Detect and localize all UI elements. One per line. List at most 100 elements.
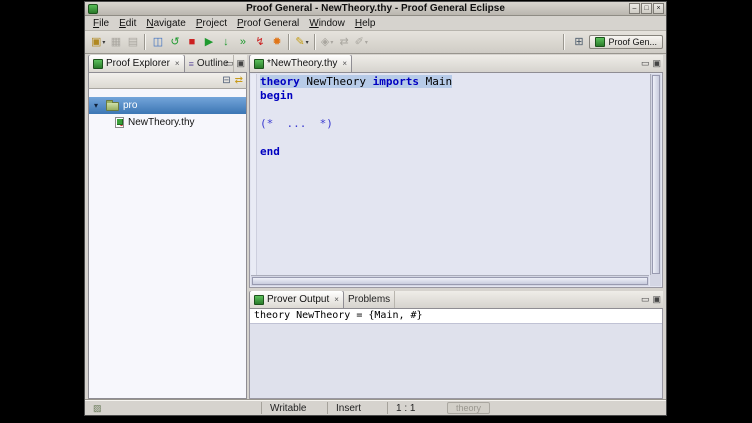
show-output-button[interactable]: ◫ bbox=[149, 33, 166, 51]
extra-icon-2: ⇄ bbox=[340, 34, 349, 50]
goto-button[interactable]: » bbox=[234, 33, 251, 51]
menu-navigate[interactable]: Navigate bbox=[141, 17, 190, 30]
editor-horizontal-scrollbar[interactable] bbox=[251, 275, 649, 286]
menu-help[interactable]: Help bbox=[350, 17, 381, 30]
save-button[interactable]: ▦ bbox=[107, 33, 124, 51]
keyword: begin bbox=[260, 89, 293, 102]
tab-proof-explorer[interactable]: Proof Explorer × bbox=[88, 55, 185, 72]
toolbar-separator bbox=[563, 34, 565, 50]
arrow-down-icon: ↓ bbox=[223, 34, 229, 50]
link-with-editor-button[interactable]: ⇄ bbox=[235, 74, 243, 88]
perspective-label: Proof Gen... bbox=[608, 37, 657, 47]
open-perspective-button[interactable]: ⊞ bbox=[570, 33, 587, 51]
tab-label: Problems bbox=[348, 294, 390, 305]
identifier: Main bbox=[419, 75, 452, 88]
theory-editor-icon bbox=[254, 59, 264, 69]
next-step-button[interactable]: ↓ bbox=[217, 33, 234, 51]
window-maximize-button[interactable]: □ bbox=[641, 3, 652, 14]
status-cursor-position: 1 : 1 bbox=[387, 402, 445, 414]
lightning-icon: ↯ bbox=[255, 34, 264, 50]
restart-button[interactable]: ✹ bbox=[268, 33, 285, 51]
window-minimize-button[interactable]: – bbox=[629, 3, 640, 14]
stop-icon: ■ bbox=[189, 34, 196, 50]
dropdown-icon[interactable]: ▾ bbox=[102, 39, 105, 46]
close-icon[interactable]: × bbox=[342, 59, 347, 68]
prover-state-button[interactable]: theory bbox=[447, 402, 490, 414]
minimize-view-icon[interactable]: ▭ bbox=[641, 294, 650, 305]
extra-button-2[interactable]: ⇄ bbox=[336, 33, 353, 51]
status-writable: Writable bbox=[261, 402, 327, 414]
editor-body[interactable]: theory NewTheory imports Main begin (* .… bbox=[249, 73, 663, 288]
marker-icon: ✎ bbox=[295, 34, 304, 50]
extra-button-1[interactable]: ◈ ▾ bbox=[319, 33, 336, 51]
new-wizard-button[interactable]: ▣ ▾ bbox=[89, 33, 107, 51]
save-icon: ▦ bbox=[111, 34, 121, 50]
interrupt-button[interactable]: ↯ bbox=[251, 33, 268, 51]
close-icon[interactable]: × bbox=[175, 59, 180, 68]
dropdown-icon[interactable]: ▾ bbox=[306, 39, 309, 46]
dropdown-icon: ▾ bbox=[330, 39, 333, 46]
tab-label: Prover Output bbox=[267, 294, 329, 305]
tree-item-project[interactable]: ▾ pro bbox=[89, 97, 246, 114]
code-line bbox=[260, 131, 648, 145]
print-icon: ▤ bbox=[128, 34, 138, 50]
prover-output-line: theory NewTheory = {Main, #} bbox=[250, 309, 662, 324]
code-area[interactable]: theory NewTheory imports Main begin (* .… bbox=[260, 75, 648, 159]
status-insert-mode: Insert bbox=[327, 402, 387, 414]
perspective-proof-general-button[interactable]: Proof Gen... bbox=[589, 35, 663, 49]
trim-stack-icon[interactable]: ▨ bbox=[93, 403, 102, 414]
project-tree[interactable]: ▾ pro NewTheory.thy bbox=[88, 89, 247, 399]
tree-item-file[interactable]: NewTheory.thy bbox=[89, 114, 246, 131]
close-icon[interactable]: × bbox=[334, 295, 339, 304]
processed-region-highlight: theory NewTheory imports Main bbox=[260, 75, 452, 88]
toolbar-separator bbox=[288, 34, 290, 50]
code-line bbox=[260, 103, 648, 117]
scrollbar-thumb[interactable] bbox=[652, 75, 660, 274]
view-controls: ▭ ▣ bbox=[641, 294, 661, 305]
start-prover-button[interactable]: ▶ bbox=[200, 33, 217, 51]
comment: (* ... *) bbox=[260, 117, 333, 130]
tab-prover-output[interactable]: Prover Output × bbox=[249, 291, 344, 308]
menu-window[interactable]: Window bbox=[304, 17, 350, 30]
folder-icon bbox=[106, 102, 119, 111]
keyword: theory bbox=[260, 75, 300, 88]
proof-general-icon bbox=[595, 37, 605, 47]
tab-newtheory-editor[interactable]: *NewTheory.thy × bbox=[249, 55, 352, 72]
annotation-ruler bbox=[251, 74, 257, 275]
scrollbar-thumb[interactable] bbox=[252, 277, 648, 285]
menu-edit[interactable]: Edit bbox=[114, 17, 141, 30]
play-icon: ▶ bbox=[205, 34, 213, 50]
collapse-all-button[interactable]: ⊟ bbox=[222, 74, 230, 88]
menu-project[interactable]: Project bbox=[191, 17, 232, 30]
marker-button[interactable]: ✎ ▾ bbox=[293, 33, 310, 51]
menu-file[interactable]: File bbox=[88, 17, 114, 30]
maximize-view-icon[interactable]: ▣ bbox=[652, 58, 661, 69]
extra-button-3[interactable]: ✐ ▾ bbox=[353, 33, 370, 51]
toolbar-separator bbox=[314, 34, 316, 50]
editor-vertical-scrollbar[interactable] bbox=[650, 74, 661, 275]
outline-icon: ≡ bbox=[189, 59, 194, 69]
undo-all-button[interactable]: ↺ bbox=[166, 33, 183, 51]
titlebar[interactable]: Proof General - NewTheory.thy - Proof Ge… bbox=[85, 2, 666, 16]
maximize-view-icon[interactable]: ▣ bbox=[236, 58, 245, 69]
print-button[interactable]: ▤ bbox=[124, 33, 141, 51]
tab-problems[interactable]: Problems bbox=[344, 291, 395, 308]
maximize-view-icon[interactable]: ▣ bbox=[652, 294, 661, 305]
menubar: File Edit Navigate Project Proof General… bbox=[85, 16, 666, 31]
prover-output-icon bbox=[254, 295, 264, 305]
code-line: theory NewTheory imports Main bbox=[260, 75, 648, 89]
extra-icon-3: ✐ bbox=[355, 34, 364, 50]
dropdown-icon: ▾ bbox=[365, 39, 368, 46]
goto-icon: » bbox=[240, 34, 246, 50]
minimize-view-icon[interactable]: ▭ bbox=[641, 58, 650, 69]
expander-icon[interactable]: ▾ bbox=[94, 101, 102, 110]
minimize-view-icon[interactable]: ▭ bbox=[225, 58, 234, 69]
new-wizard-icon: ▣ bbox=[91, 34, 101, 50]
window-close-button[interactable]: × bbox=[653, 3, 664, 14]
menu-proof-general[interactable]: Proof General bbox=[232, 17, 304, 30]
prover-output-body[interactable]: theory NewTheory = {Main, #} bbox=[249, 309, 663, 399]
stop-prover-button[interactable]: ■ bbox=[183, 33, 200, 51]
console-tab-row: Prover Output × Problems ▭ ▣ bbox=[249, 291, 663, 309]
tab-label: Proof Explorer bbox=[106, 58, 170, 69]
file-label: NewTheory.thy bbox=[128, 117, 195, 128]
